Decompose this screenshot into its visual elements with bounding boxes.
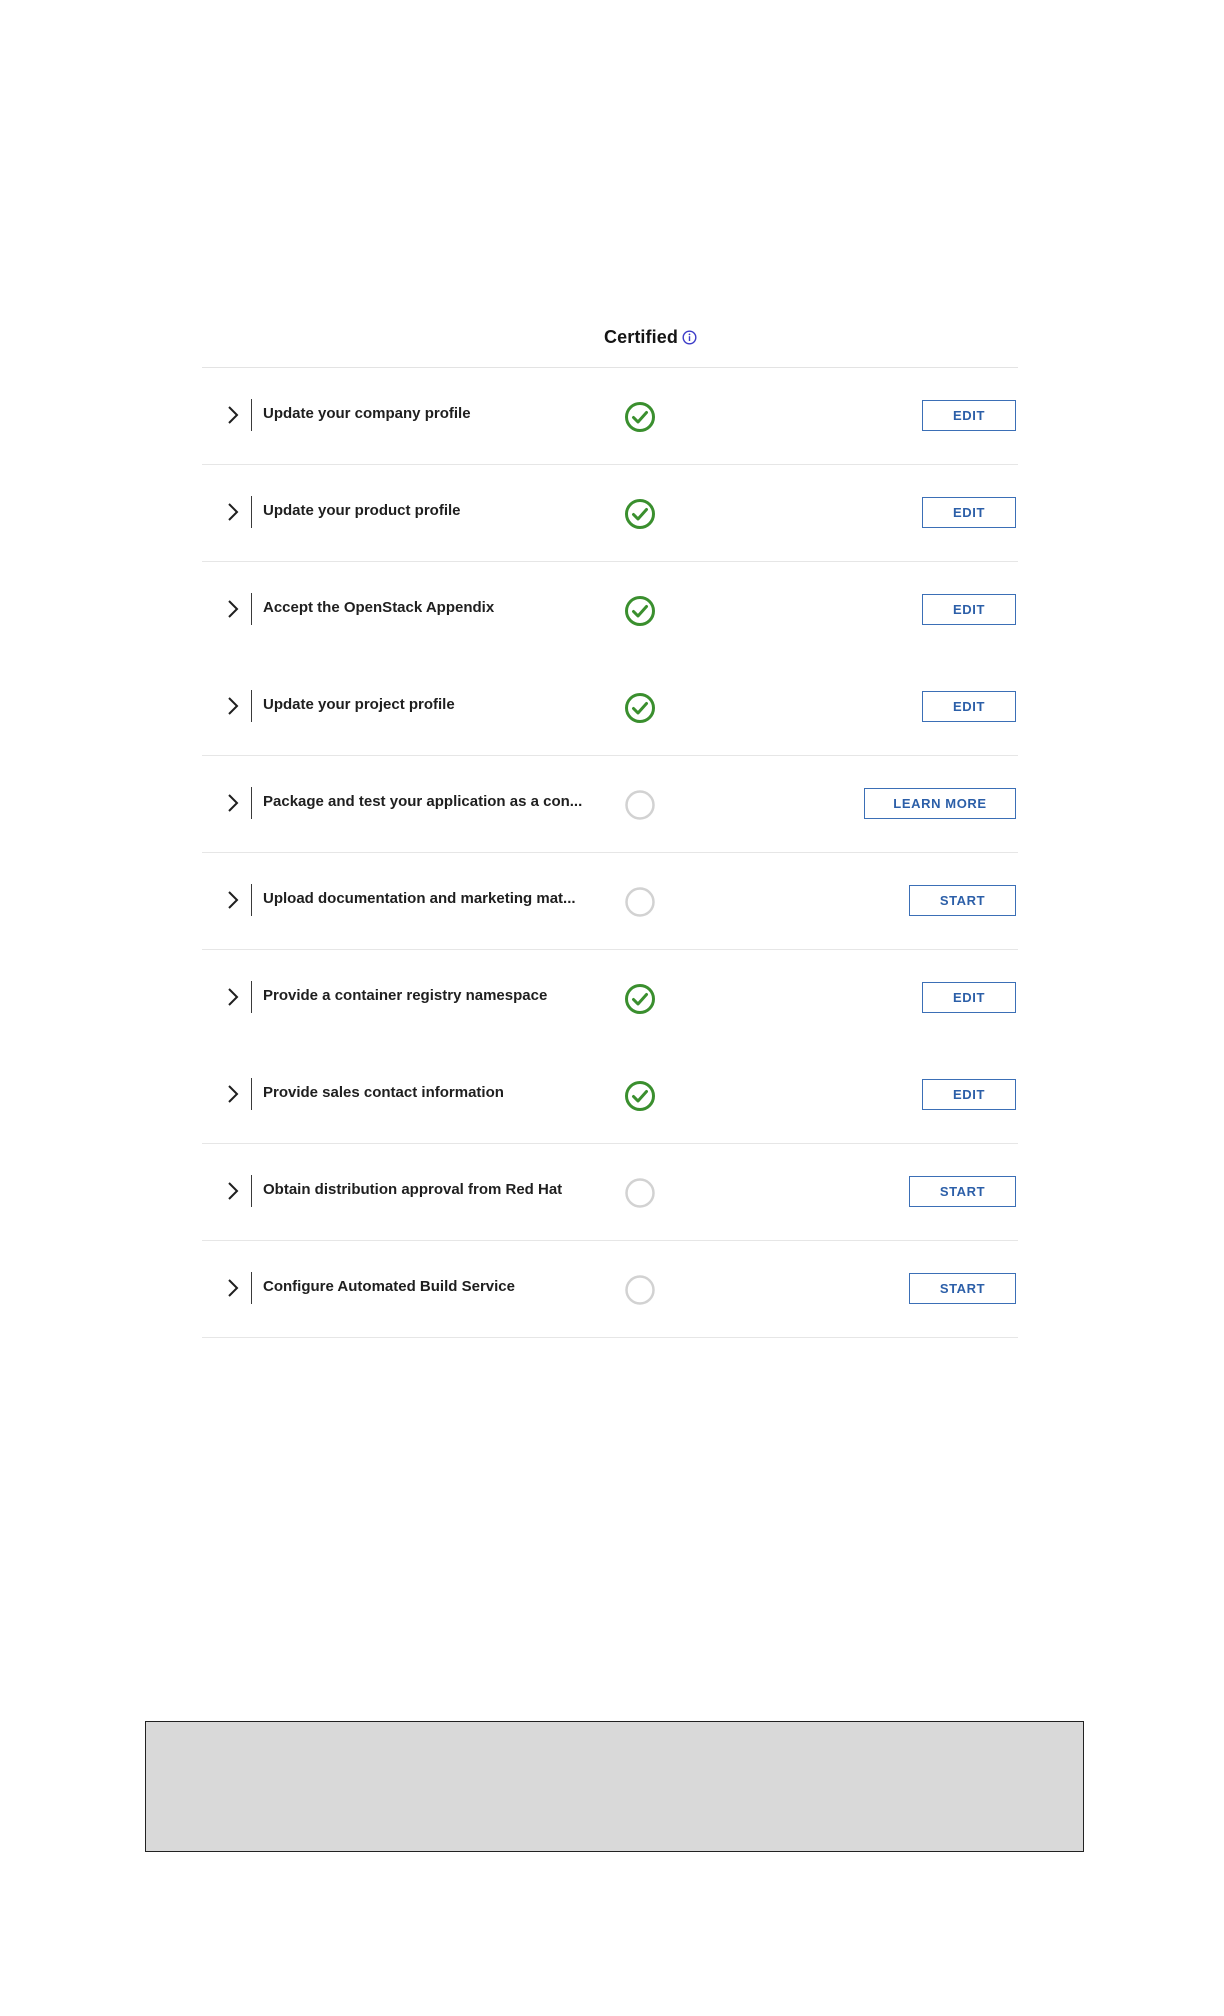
chevron-right-icon[interactable] (226, 1083, 240, 1105)
chevron-right-icon[interactable] (226, 1180, 240, 1202)
task-label: Update your company profile (263, 405, 471, 422)
edit-button[interactable]: EDIT (922, 982, 1016, 1013)
start-button[interactable]: START (909, 1273, 1016, 1304)
task-label: Update your project profile (263, 696, 455, 713)
check-circle-icon (624, 401, 656, 433)
task-label: Accept the OpenStack Appendix (263, 599, 495, 616)
info-circle-icon[interactable] (682, 330, 697, 345)
task-row: Obtain distribution approval from Red Ha… (202, 1144, 1018, 1241)
chevron-right-icon[interactable] (226, 792, 240, 814)
row-divider (251, 399, 252, 431)
check-circle-icon (624, 498, 656, 530)
chevron-right-icon[interactable] (226, 501, 240, 523)
chevron-right-icon[interactable] (226, 404, 240, 426)
checklist-header: Certified (202, 314, 1018, 368)
task-row: Accept the OpenStack Appendix EDIT (202, 562, 1018, 659)
task-row: Package and test your application as a c… (202, 756, 1018, 853)
task-row: Update your company profile EDIT (202, 368, 1018, 465)
learn-more-button[interactable]: LEARN MORE (864, 788, 1016, 819)
chevron-right-icon[interactable] (226, 889, 240, 911)
row-divider (251, 981, 252, 1013)
column-header-certified: Certified (604, 327, 697, 348)
row-divider (251, 1078, 252, 1110)
task-label: Package and test your application as a c… (263, 793, 583, 810)
check-circle-icon (624, 983, 656, 1015)
chevron-right-icon[interactable] (226, 598, 240, 620)
chevron-right-icon[interactable] (226, 986, 240, 1008)
chevron-right-icon[interactable] (226, 695, 240, 717)
empty-circle-icon (624, 886, 656, 918)
task-label: Configure Automated Build Service (263, 1278, 515, 1295)
task-row: Upload documentation and marketing mat..… (202, 853, 1018, 950)
edit-button[interactable]: EDIT (922, 497, 1016, 528)
edit-button[interactable]: EDIT (922, 594, 1016, 625)
certified-label: Certified (604, 327, 678, 347)
task-label: Update your product profile (263, 502, 461, 519)
task-row: Provide a container registry namespace ED… (202, 950, 1018, 1047)
task-label: Upload documentation and marketing mat..… (263, 890, 576, 907)
task-label: Provide a container registry namespace (263, 987, 548, 1004)
task-label: Obtain distribution approval from Red Ha… (263, 1181, 563, 1198)
start-button[interactable]: START (909, 1176, 1016, 1207)
task-label: Provide sales contact information (263, 1084, 504, 1101)
chevron-right-icon[interactable] (226, 1277, 240, 1299)
task-row: Update your product profile EDIT (202, 465, 1018, 562)
task-row: Provide sales contact information EDIT (202, 1047, 1018, 1144)
empty-circle-icon (624, 1177, 656, 1209)
row-divider (251, 787, 252, 819)
row-divider (251, 496, 252, 528)
edit-button[interactable]: EDIT (922, 1079, 1016, 1110)
task-list: Update your company profile EDIT Update yo… (202, 368, 1018, 1338)
gray-placeholder-box (145, 1721, 1084, 1852)
row-divider (251, 593, 252, 625)
row-divider (251, 1272, 252, 1304)
row-divider (251, 690, 252, 722)
edit-button[interactable]: EDIT (922, 400, 1016, 431)
empty-circle-icon (624, 789, 656, 821)
empty-circle-icon (624, 1274, 656, 1306)
row-divider (251, 884, 252, 916)
task-row: Configure Automated Build Service START (202, 1241, 1018, 1338)
task-row: Update your project profile EDIT (202, 659, 1018, 756)
edit-button[interactable]: EDIT (922, 691, 1016, 722)
start-button[interactable]: START (909, 885, 1016, 916)
check-circle-icon (624, 595, 656, 627)
row-divider (251, 1175, 252, 1207)
certification-checklist: Certified Update your company profile EDI… (202, 314, 1018, 1338)
check-circle-icon (624, 1080, 656, 1112)
check-circle-icon (624, 692, 656, 724)
